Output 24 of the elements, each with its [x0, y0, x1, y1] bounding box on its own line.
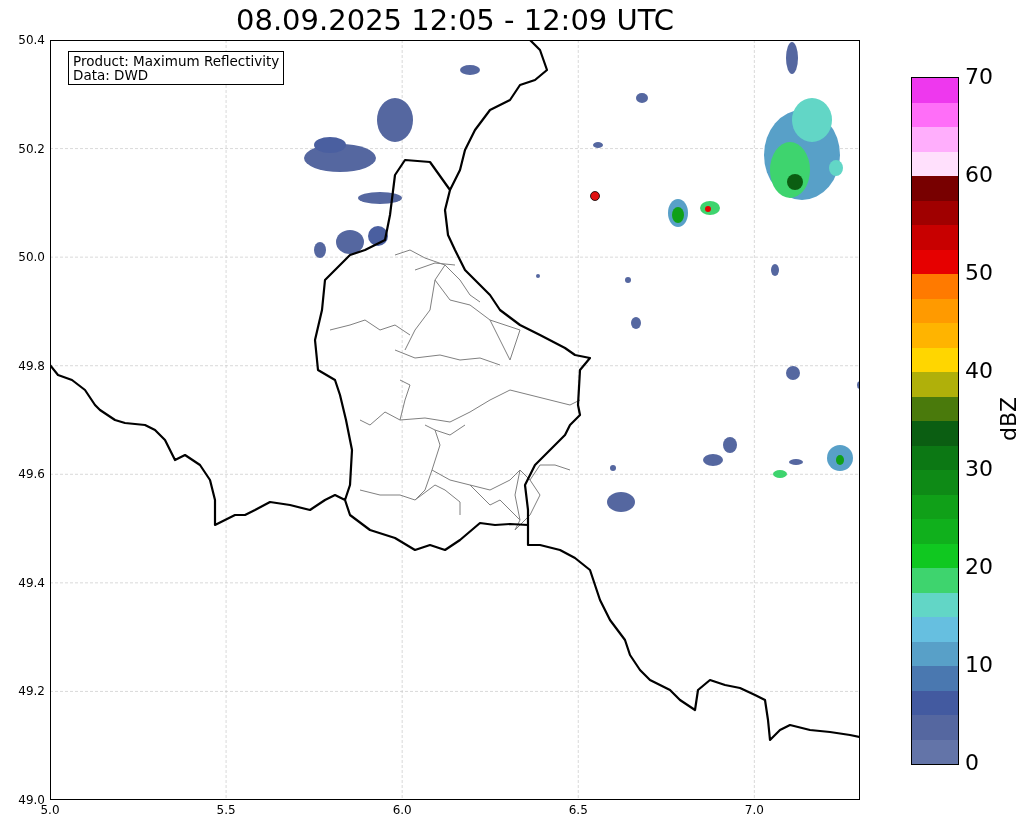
colorbar-tick-label: 60 — [965, 163, 993, 187]
axis-tick-label: 50.2 — [18, 141, 45, 156]
colorbar-tick-label: 50 — [965, 261, 993, 285]
radar-site-marker — [590, 191, 600, 201]
info-text: Data: DWD — [73, 68, 150, 82]
colorbar-tick-label: 40 — [965, 359, 993, 383]
axis-tick-label: 50.0 — [18, 250, 45, 265]
axis-tick-label: 49.8 — [18, 358, 45, 373]
axis-tick-label: 6.5 — [568, 803, 588, 817]
axis-tick-label: 6.0 — [392, 803, 412, 817]
chart-title: 08.09.2025 12:05 - 12:09 UTC — [236, 2, 674, 38]
axis-tick-label: 7.0 — [744, 803, 764, 817]
axis-tick-label: 49.6 — [18, 467, 45, 482]
axis-tick-label: 49.2 — [18, 684, 45, 699]
axis-tick-label: 50.4 — [18, 33, 45, 47]
axis-tick-label: 5.5 — [216, 803, 236, 817]
colorbar-tick-label: 70 — [965, 65, 993, 89]
axis-tick-label: 49.4 — [18, 575, 45, 590]
colorbar-label: dBZ — [997, 396, 1022, 442]
colorbar-tick-label: 30 — [965, 457, 993, 481]
colorbar-tick-label: 10 — [965, 653, 993, 677]
colorbar-tick-label: 20 — [965, 555, 993, 579]
info-text: Product: Maximum Reflectivity — [73, 54, 280, 68]
colorbar-tick-label: 0 — [965, 751, 979, 775]
